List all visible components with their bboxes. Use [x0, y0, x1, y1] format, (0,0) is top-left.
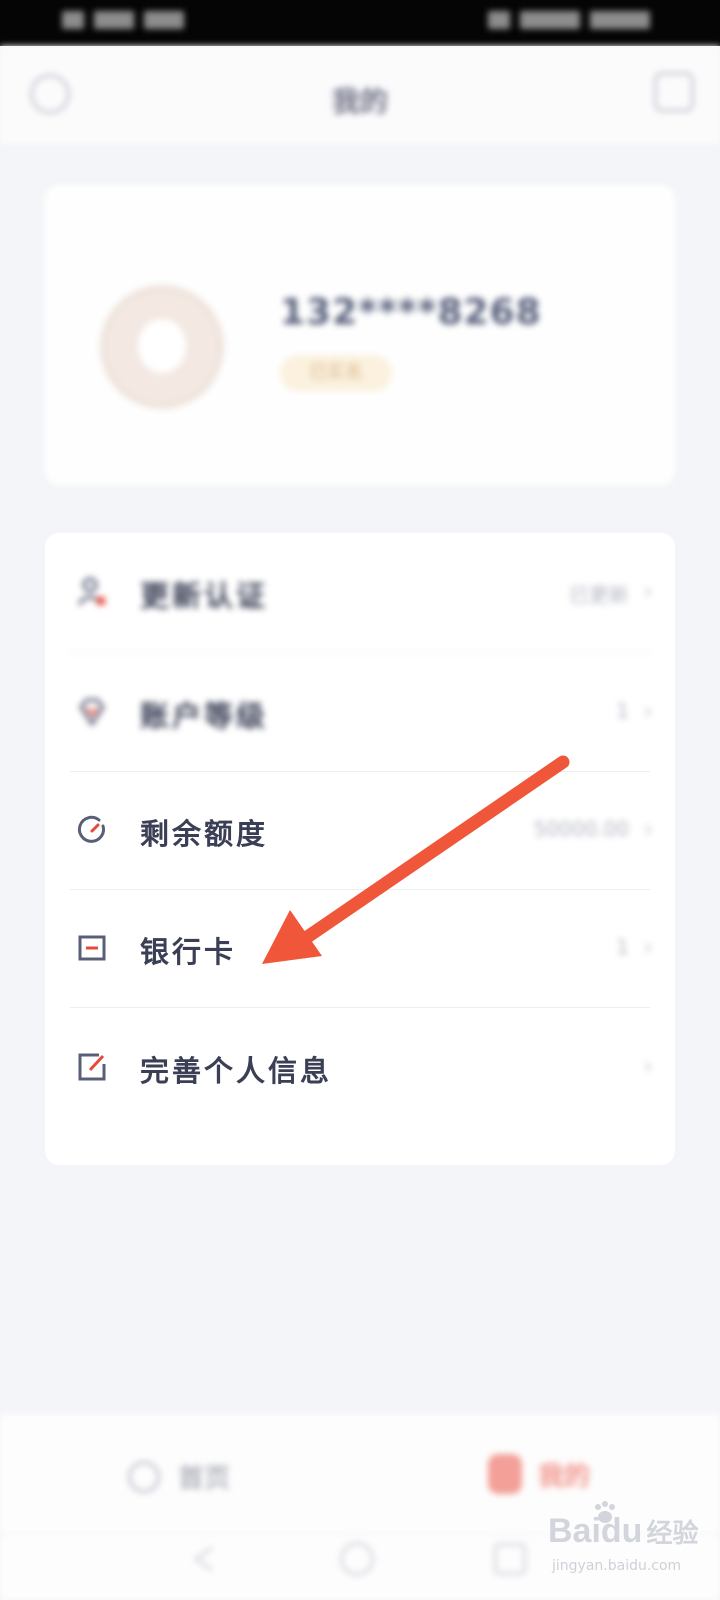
chevron-right-icon: ›	[643, 933, 653, 961]
menu-item-label: 剩余额度	[140, 817, 269, 851]
message-icon[interactable]	[654, 72, 694, 112]
chevron-right-icon: ›	[643, 1052, 653, 1080]
menu-item-label: 更新认证	[140, 579, 269, 613]
status-right-icons	[488, 11, 650, 29]
menu-card: 更新认证 已更新 › 账户等级 1 › 剩余额度 50000.00 › 银行卡 …	[45, 533, 675, 1165]
phone-number: 132****8268	[280, 292, 542, 333]
wifi-icon	[144, 11, 184, 29]
watermark: Baidu 经验 jingyan.baidu.com	[548, 1501, 699, 1574]
avatar[interactable]	[100, 285, 224, 409]
status-left-icons	[62, 11, 184, 29]
edit-icon	[78, 1053, 106, 1081]
menu-item-value: 已更新	[569, 583, 629, 607]
menu-item-label: 银行卡	[140, 935, 237, 969]
menu-item-value: 1	[616, 935, 629, 959]
person-icon	[78, 577, 105, 606]
recent-apps-icon[interactable]	[494, 1543, 526, 1575]
menu-item-value: 1	[616, 699, 629, 723]
sim-icon	[62, 11, 84, 29]
chevron-right-icon: ›	[643, 577, 653, 605]
tab-mine[interactable]: 我的	[488, 1454, 590, 1494]
tab-home[interactable]: 首页	[128, 1458, 230, 1495]
gauge-icon	[78, 815, 105, 843]
paw-icon	[595, 1501, 615, 1523]
chevron-right-icon: ›	[643, 815, 653, 843]
watermark-text: 经验	[646, 1519, 699, 1549]
menu-item-complete-info[interactable]: 完善个人信息 ›	[45, 1008, 675, 1128]
user-icon	[488, 1454, 522, 1494]
top-bar: 我的	[0, 46, 720, 144]
status-badge: 已实名	[280, 355, 392, 391]
alarm-icon	[488, 11, 510, 29]
diamond-icon	[79, 698, 105, 727]
menu-item-verification[interactable]: 更新认证 已更新 ›	[45, 533, 675, 653]
profile-card[interactable]: 132****8268 已实名	[45, 185, 675, 485]
menu-item-remaining-credit[interactable]: 剩余额度 50000.00 ›	[45, 771, 675, 891]
watermark-url: jingyan.baidu.com	[552, 1558, 682, 1574]
home-nav-icon[interactable]	[340, 1542, 374, 1576]
card-icon	[78, 935, 106, 961]
chevron-right-icon: ›	[643, 697, 653, 725]
menu-item-value: 50000.00	[533, 817, 629, 841]
menu-item-bank-card[interactable]: 银行卡 1 ›	[45, 889, 675, 1009]
page-title: 我的	[331, 85, 388, 118]
tab-label: 我的	[538, 1461, 591, 1492]
home-icon	[128, 1460, 160, 1493]
menu-item-label: 账户等级	[140, 699, 269, 733]
signal-icon	[94, 11, 134, 29]
clock-icon	[590, 11, 650, 29]
back-icon[interactable]	[190, 1544, 220, 1574]
status-bar	[0, 0, 720, 46]
menu-item-label: 完善个人信息	[140, 1054, 333, 1088]
tab-label: 首页	[178, 1464, 231, 1494]
battery-icon	[520, 11, 580, 29]
menu-item-account-level[interactable]: 账户等级 1 ›	[45, 653, 675, 773]
